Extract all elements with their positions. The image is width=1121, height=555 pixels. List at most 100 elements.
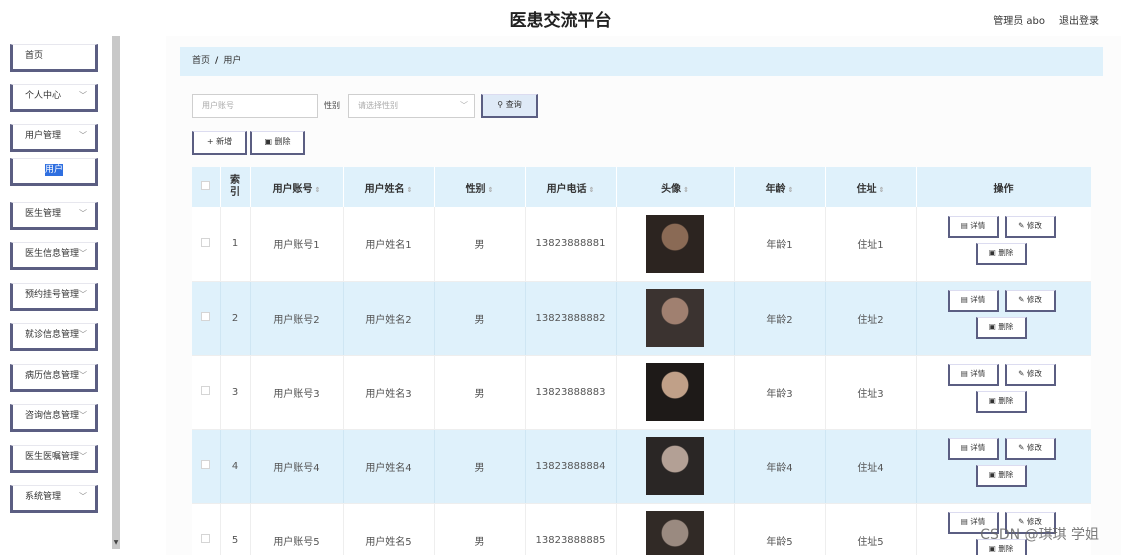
row-checkbox[interactable]	[192, 503, 221, 555]
sidebar-item-system[interactable]: 系统管理 ﹀	[10, 485, 98, 513]
sidebar-item-label: 预约挂号管理	[25, 290, 80, 300]
sidebar-item-visit-info[interactable]: 就诊信息管理 ﹀	[10, 323, 98, 351]
column-header-phone[interactable]: 用户电话 ⇕	[525, 167, 617, 207]
sidebar-item-doctor-info[interactable]: 医生信息管理 ﹀	[10, 242, 98, 270]
delete-button[interactable]: ▣ 删除	[975, 391, 1027, 413]
avatar[interactable]	[646, 511, 704, 555]
cell-phone: 13823888884	[525, 429, 617, 504]
sidebar-item-home[interactable]: 首页	[10, 44, 98, 72]
cell-address: 住址3	[825, 355, 917, 430]
logout-link[interactable]: 退出登录	[1059, 12, 1099, 27]
cell-index: 3	[220, 355, 251, 430]
cell-avatar	[616, 429, 735, 504]
cell-actions: ▤ 详情 ✎ 修改 ▣ 删除	[916, 207, 1091, 282]
edit-button[interactable]: ✎ 修改	[1004, 364, 1056, 386]
delete-button[interactable]: ▣ 删除	[975, 317, 1027, 339]
sidebar-item-label: 用户	[44, 164, 63, 176]
edit-button[interactable]: ✎ 修改	[1004, 438, 1056, 460]
cell-account: 用户账号2	[250, 281, 344, 356]
avatar[interactable]	[646, 289, 704, 347]
cell-account: 用户账号5	[250, 503, 344, 555]
trash-icon: ▣	[264, 137, 272, 146]
current-user: 管理员 abo	[993, 16, 1045, 27]
column-header-actions: 操作	[916, 167, 1091, 207]
avatar[interactable]	[646, 437, 704, 495]
cell-avatar	[616, 503, 735, 555]
table-row: 4 用户账号4 用户姓名4 男 13823888884 年龄4 住址4 ▤ 详情 ✎ 修改 ▣ 删…	[192, 429, 1091, 504]
row-checkbox[interactable]	[192, 281, 221, 356]
search-button[interactable]: ⚲ 查询	[481, 94, 538, 118]
sort-icon[interactable]: ⇕	[788, 186, 794, 194]
chevron-down-icon: ﹀	[460, 101, 468, 110]
column-header-sex[interactable]: 性别 ⇕	[434, 167, 526, 207]
cell-name: 用户姓名4	[343, 429, 435, 504]
detail-button[interactable]: ▤ 详情	[947, 215, 999, 238]
scroll-down-arrow-icon[interactable]: ▼	[112, 539, 120, 549]
account-search-input[interactable]: 用户账号	[192, 94, 318, 118]
sort-icon[interactable]: ⇕	[589, 186, 595, 194]
sort-icon[interactable]: ⇕	[683, 186, 689, 194]
sex-select-placeholder: 请选择性别	[358, 101, 398, 110]
document-icon: ▤	[960, 295, 968, 304]
batch-delete-button[interactable]: ▣ 删除	[250, 131, 305, 155]
user-table: 索引 用户账号 ⇕ 用户姓名 ⇕ 性别 ⇕ 用户电话 ⇕ 头像 ⇕ 年龄 ⇕ 住址 ⇕ 操作 …	[192, 167, 1091, 555]
cell-phone: 13823888882	[525, 281, 617, 356]
chevron-down-icon: ﹀	[79, 131, 87, 140]
column-header-age[interactable]: 年龄 ⇕	[734, 167, 826, 207]
sidebar-item-label: 病历信息管理	[25, 371, 80, 381]
row-checkbox[interactable]	[192, 207, 221, 282]
column-header-account[interactable]: 用户账号 ⇕	[250, 167, 344, 207]
sidebar-item-users[interactable]: 用户	[10, 158, 98, 186]
column-header-avatar[interactable]: 头像 ⇕	[616, 167, 735, 207]
cell-age: 年龄5	[734, 503, 826, 555]
sidebar-item-appointment[interactable]: 预约挂号管理 ﹀	[10, 283, 98, 311]
row-checkbox[interactable]	[192, 429, 221, 504]
cell-age: 年龄4	[734, 429, 826, 504]
add-button[interactable]: + 新增	[192, 131, 247, 155]
breadcrumb-home[interactable]: 首页	[192, 56, 210, 66]
cell-sex: 男	[434, 503, 526, 555]
cell-account: 用户账号4	[250, 429, 344, 504]
delete-button[interactable]: ▣ 删除	[975, 242, 1027, 265]
sidebar-item-doctor-orders[interactable]: 医生医嘱管理 ﹀	[10, 445, 98, 473]
sex-select[interactable]: 请选择性别 ﹀	[348, 94, 475, 118]
document-icon: ▤	[960, 517, 968, 526]
sidebar-scrollbar[interactable]: ▼	[112, 36, 120, 549]
detail-button[interactable]: ▤ 详情	[947, 290, 999, 312]
account-search-placeholder: 用户账号	[202, 101, 234, 110]
sort-icon[interactable]: ⇕	[315, 186, 321, 194]
document-icon: ▤	[960, 443, 968, 452]
plus-icon: +	[206, 137, 214, 146]
chevron-down-icon: ﹀	[79, 290, 87, 299]
table-row: 5 用户账号5 用户姓名5 男 13823888885 年龄5 住址5 ▤ 详情 ✎ 修改 ▣ 删…	[192, 503, 1091, 555]
cell-address: 住址4	[825, 429, 917, 504]
edit-button[interactable]: ✎ 修改	[1004, 215, 1056, 238]
sidebar-item-profile[interactable]: 个人中心 ﹀	[10, 84, 98, 112]
column-header-address[interactable]: 住址 ⇕	[825, 167, 917, 207]
cell-account: 用户账号1	[250, 207, 344, 282]
delete-button[interactable]: ▣ 删除	[975, 465, 1027, 487]
sidebar-item-label: 医生管理	[25, 209, 62, 219]
select-all-checkbox[interactable]	[192, 167, 221, 207]
sidebar-item-consultation[interactable]: 咨询信息管理 ﹀	[10, 404, 98, 432]
column-header-name[interactable]: 用户姓名 ⇕	[343, 167, 435, 207]
pencil-icon: ✎	[1018, 443, 1025, 452]
chevron-down-icon: ﹀	[79, 249, 87, 258]
watermark: CSDN @琪琪 学姐	[980, 527, 1099, 543]
sort-icon[interactable]: ⇕	[879, 186, 885, 194]
row-checkbox[interactable]	[192, 355, 221, 430]
table-row: 3 用户账号3 用户姓名3 男 13823888883 年龄3 住址3 ▤ 详情 ✎ 修改 ▣ 删…	[192, 355, 1091, 430]
column-header-index: 索引	[220, 167, 251, 207]
add-button-label: 新增	[216, 137, 233, 146]
sidebar-item-doctor-management[interactable]: 医生管理 ﹀	[10, 202, 98, 230]
sidebar-item-medical-record[interactable]: 病历信息管理 ﹀	[10, 364, 98, 392]
detail-button[interactable]: ▤ 详情	[947, 364, 999, 386]
edit-button[interactable]: ✎ 修改	[1004, 290, 1056, 312]
avatar[interactable]	[646, 363, 704, 421]
avatar[interactable]	[646, 214, 704, 273]
sort-icon[interactable]: ⇕	[407, 186, 413, 194]
detail-button[interactable]: ▤ 详情	[947, 438, 999, 460]
cell-phone: 13823888881	[525, 207, 617, 282]
sidebar-item-user-management[interactable]: 用户管理 ﹀	[10, 124, 98, 152]
sort-icon[interactable]: ⇕	[488, 186, 494, 194]
